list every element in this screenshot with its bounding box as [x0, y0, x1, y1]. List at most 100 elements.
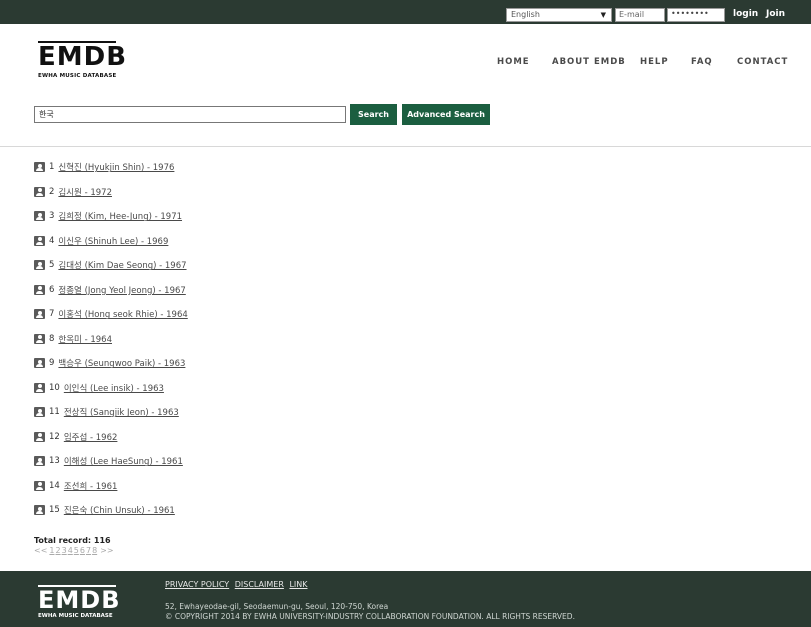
person-icon: [34, 284, 45, 295]
person-icon: [34, 480, 45, 491]
person-icon: [34, 505, 45, 516]
list-item: 13 이해성 (Lee HaeSung) - 1961: [34, 449, 188, 474]
result-number: 1: [49, 162, 55, 173]
result-link[interactable]: 김대성 (Kim Dae Seong) - 1967: [58, 259, 186, 271]
nav-help[interactable]: HELP: [640, 57, 669, 67]
list-item: 8 한옥미 - 1964: [34, 327, 188, 352]
person-icon: [34, 211, 45, 222]
result-number: 12: [49, 431, 60, 442]
pager-page[interactable]: 4: [68, 546, 73, 555]
person-icon: [34, 382, 45, 393]
result-link[interactable]: 조선희 - 1961: [64, 480, 118, 492]
result-link[interactable]: 이해성 (Lee HaeSung) - 1961: [64, 455, 183, 467]
list-item: 2 김시원 - 1972: [34, 180, 188, 205]
result-link[interactable]: 전상직 (Sangjik Jeon) - 1963: [64, 406, 179, 418]
pagination: << 12345678 >>: [34, 546, 115, 555]
result-link[interactable]: 이홍석 (Hong seok Rhie) - 1964: [58, 308, 187, 320]
result-link[interactable]: 신혁진 (Hyukjin Shin) - 1976: [58, 161, 174, 173]
footer: EMDB EWHA MUSIC DATABASE PRIVACY POLICY …: [0, 571, 811, 627]
search-input[interactable]: 한국: [34, 106, 346, 123]
result-link[interactable]: 김시원 - 1972: [58, 186, 112, 198]
result-number: 15: [49, 505, 60, 516]
result-number: 9: [49, 358, 55, 369]
pager-page[interactable]: 8: [92, 546, 97, 555]
password-field[interactable]: ••••••••: [667, 8, 725, 22]
join-button[interactable]: Join: [766, 9, 785, 19]
top-bar: English ▼ E-mail •••••••• login Join: [0, 0, 811, 24]
person-icon: [34, 309, 45, 320]
person-icon: [34, 333, 45, 344]
chevron-down-icon: ▼: [600, 11, 606, 19]
result-number: 14: [49, 480, 60, 491]
list-item: 14 조선희 - 1961: [34, 474, 188, 499]
list-item: 5 김대성 (Kim Dae Seong) - 1967: [34, 253, 188, 278]
list-item: 3 김희정 (Kim, Hee-Jung) - 1971: [34, 204, 188, 229]
result-number: 6: [49, 284, 55, 295]
nav-faq[interactable]: FAQ: [691, 57, 713, 67]
list-item: 4 이신우 (Shinuh Lee) - 1969: [34, 229, 188, 254]
list-item: 6 정종열 (Jong Yeol Jeong) - 1967: [34, 278, 188, 303]
footer-copyright: © COPYRIGHT 2014 BY EWHA UNIVERSITY-INDU…: [165, 612, 575, 621]
footer-logo-title: EMDB: [38, 586, 121, 614]
pager-page[interactable]: 2: [56, 546, 61, 555]
footer-logo-subtitle: EWHA MUSIC DATABASE: [38, 613, 113, 619]
pager-page[interactable]: 5: [74, 546, 79, 555]
person-icon: [34, 431, 45, 442]
footer-logo[interactable]: EMDB EWHA MUSIC DATABASE: [38, 585, 121, 619]
pager-page[interactable]: 6: [80, 546, 85, 555]
link-link[interactable]: LINK: [289, 580, 307, 589]
person-icon: [34, 235, 45, 246]
nav-contact[interactable]: CONTACT: [737, 57, 788, 67]
list-item: 1 신혁진 (Hyukjin Shin) - 1976: [34, 155, 188, 180]
disclaimer-link[interactable]: DISCLAIMER: [235, 580, 284, 589]
result-link[interactable]: 한옥미 - 1964: [58, 333, 112, 345]
total-record: Total record: 116: [34, 536, 111, 545]
email-field[interactable]: E-mail: [615, 8, 665, 22]
list-item: 9 백승우 (Seungwoo Paik) - 1963: [34, 351, 188, 376]
search-button[interactable]: Search: [350, 104, 397, 125]
footer-address: 52, Ewhayeodae-gil, Seodaemun-gu, Seoul,…: [165, 602, 389, 611]
advanced-search-button[interactable]: Advanced Search: [402, 104, 490, 125]
pager-page[interactable]: 7: [86, 546, 91, 555]
result-link[interactable]: 임주섭 - 1962: [64, 431, 118, 443]
person-icon: [34, 186, 45, 197]
language-value: English: [511, 10, 540, 19]
footer-links: PRIVACY POLICY DISCLAIMER LINK: [165, 580, 311, 589]
result-number: 7: [49, 309, 55, 320]
result-number: 13: [49, 456, 60, 467]
logo-title: EMDB: [38, 42, 128, 72]
person-icon: [34, 456, 45, 467]
pager-page[interactable]: 3: [62, 546, 67, 555]
list-item: 10 이인식 (Lee insik) - 1963: [34, 376, 188, 401]
results-list: 1 신혁진 (Hyukjin Shin) - 1976 2 김시원 - 1972 3 김희…: [34, 155, 188, 523]
person-icon: [34, 162, 45, 173]
result-link[interactable]: 정종열 (Jong Yeol Jeong) - 1967: [58, 284, 185, 296]
site-logo[interactable]: EMDB EWHA MUSIC DATABASE: [38, 41, 128, 79]
login-button[interactable]: login: [733, 9, 758, 19]
result-number: 11: [49, 407, 60, 418]
result-number: 3: [49, 211, 55, 222]
result-number: 5: [49, 260, 55, 271]
result-link[interactable]: 백승우 (Seungwoo Paik) - 1963: [58, 357, 185, 369]
logo-rule: [38, 41, 116, 43]
nav-about[interactable]: ABOUT EMDB: [552, 57, 626, 67]
language-select[interactable]: English ▼: [506, 8, 612, 22]
pager-page[interactable]: 1: [49, 546, 54, 555]
person-icon: [34, 260, 45, 271]
list-item: 15 진은숙 (Chin Unsuk) - 1961: [34, 498, 188, 523]
result-number: 8: [49, 333, 55, 344]
result-number: 10: [49, 382, 60, 393]
nav-home[interactable]: HOME: [497, 57, 530, 67]
person-icon: [34, 407, 45, 418]
divider: [0, 146, 811, 147]
pager-prev[interactable]: <<: [34, 546, 47, 555]
person-icon: [34, 358, 45, 369]
list-item: 11 전상직 (Sangjik Jeon) - 1963: [34, 400, 188, 425]
result-link[interactable]: 진은숙 (Chin Unsuk) - 1961: [64, 504, 175, 516]
result-number: 2: [49, 186, 55, 197]
result-link[interactable]: 이신우 (Shinuh Lee) - 1969: [58, 235, 168, 247]
result-link[interactable]: 이인식 (Lee insik) - 1963: [64, 382, 164, 394]
pager-next[interactable]: >>: [100, 546, 113, 555]
privacy-policy-link[interactable]: PRIVACY POLICY: [165, 580, 229, 589]
result-link[interactable]: 김희정 (Kim, Hee-Jung) - 1971: [58, 210, 182, 222]
